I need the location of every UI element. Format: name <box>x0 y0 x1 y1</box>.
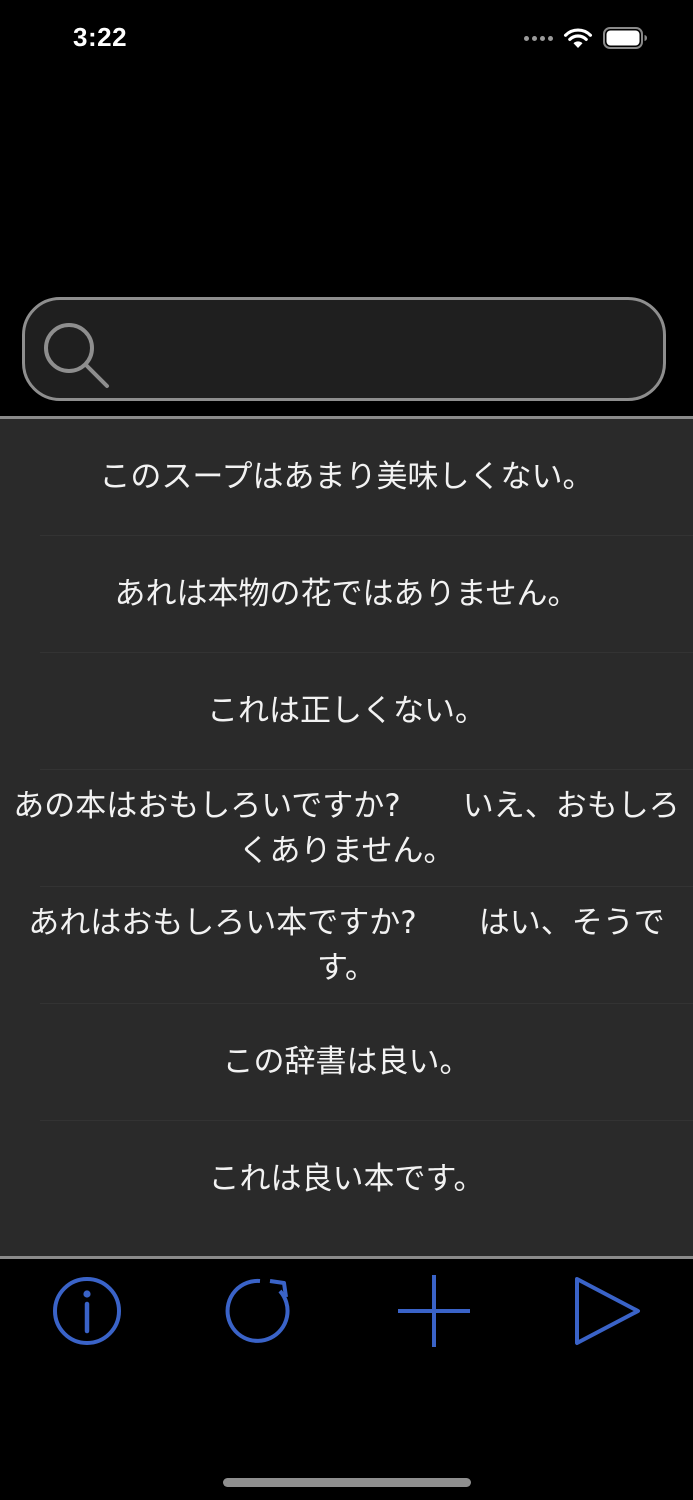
list-item[interactable]: このスープはあまり美味しくない。 <box>0 419 693 536</box>
search-bar[interactable] <box>22 297 666 401</box>
list-item[interactable]: あれはおもしろい本ですか? はい、そうです。 <box>0 887 693 1004</box>
status-bar: 3:22 <box>0 0 693 80</box>
home-indicator <box>223 1478 471 1487</box>
search-icon <box>44 323 109 388</box>
list-item[interactable]: あれは本物の花ではありません。 <box>0 536 693 653</box>
status-icons <box>524 26 649 50</box>
battery-icon <box>603 27 647 49</box>
list-item[interactable]: これは良い本です。 <box>0 1121 693 1238</box>
cellular-signal-icon <box>524 35 553 41</box>
sentence-list[interactable]: このスープはあまり美味しくない。 あれは本物の花ではありません。 これは正しくな… <box>0 419 693 1257</box>
status-time: 3:22 <box>73 22 128 52</box>
list-item[interactable]: あの本はおもしろいですか? いえ、おもしろくありません。 <box>0 770 693 887</box>
info-icon[interactable] <box>47 1271 127 1351</box>
list-item[interactable]: この辞書は良い。 <box>0 1004 693 1121</box>
wifi-icon <box>564 28 592 48</box>
play-icon[interactable] <box>568 1271 648 1351</box>
search-input[interactable] <box>123 310 647 392</box>
add-icon[interactable] <box>394 1271 474 1351</box>
bottom-toolbar <box>0 1259 693 1369</box>
list-item[interactable]: これは正しくない。 <box>0 653 693 770</box>
refresh-icon[interactable] <box>220 1271 300 1351</box>
